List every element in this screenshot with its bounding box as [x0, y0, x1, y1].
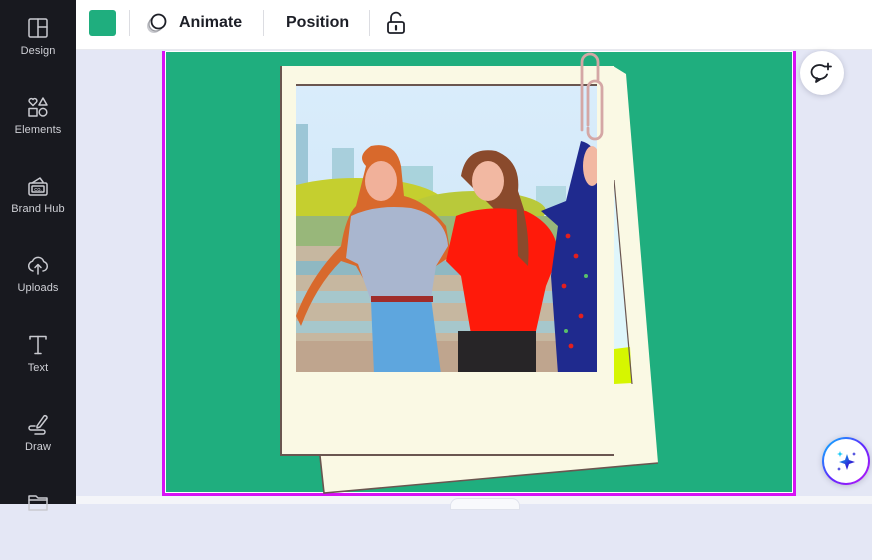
group-photo[interactable]	[296, 84, 597, 372]
magic-assistant-button[interactable]	[822, 437, 870, 485]
add-comment-button[interactable]	[800, 51, 844, 95]
photo-frame-front[interactable]	[280, 66, 614, 456]
add-comment-icon	[810, 61, 834, 85]
magic-assistant-inner	[824, 439, 868, 483]
sparkle-icon	[833, 448, 859, 474]
paperclip-icon[interactable]	[578, 50, 608, 146]
photo-image	[296, 86, 597, 372]
